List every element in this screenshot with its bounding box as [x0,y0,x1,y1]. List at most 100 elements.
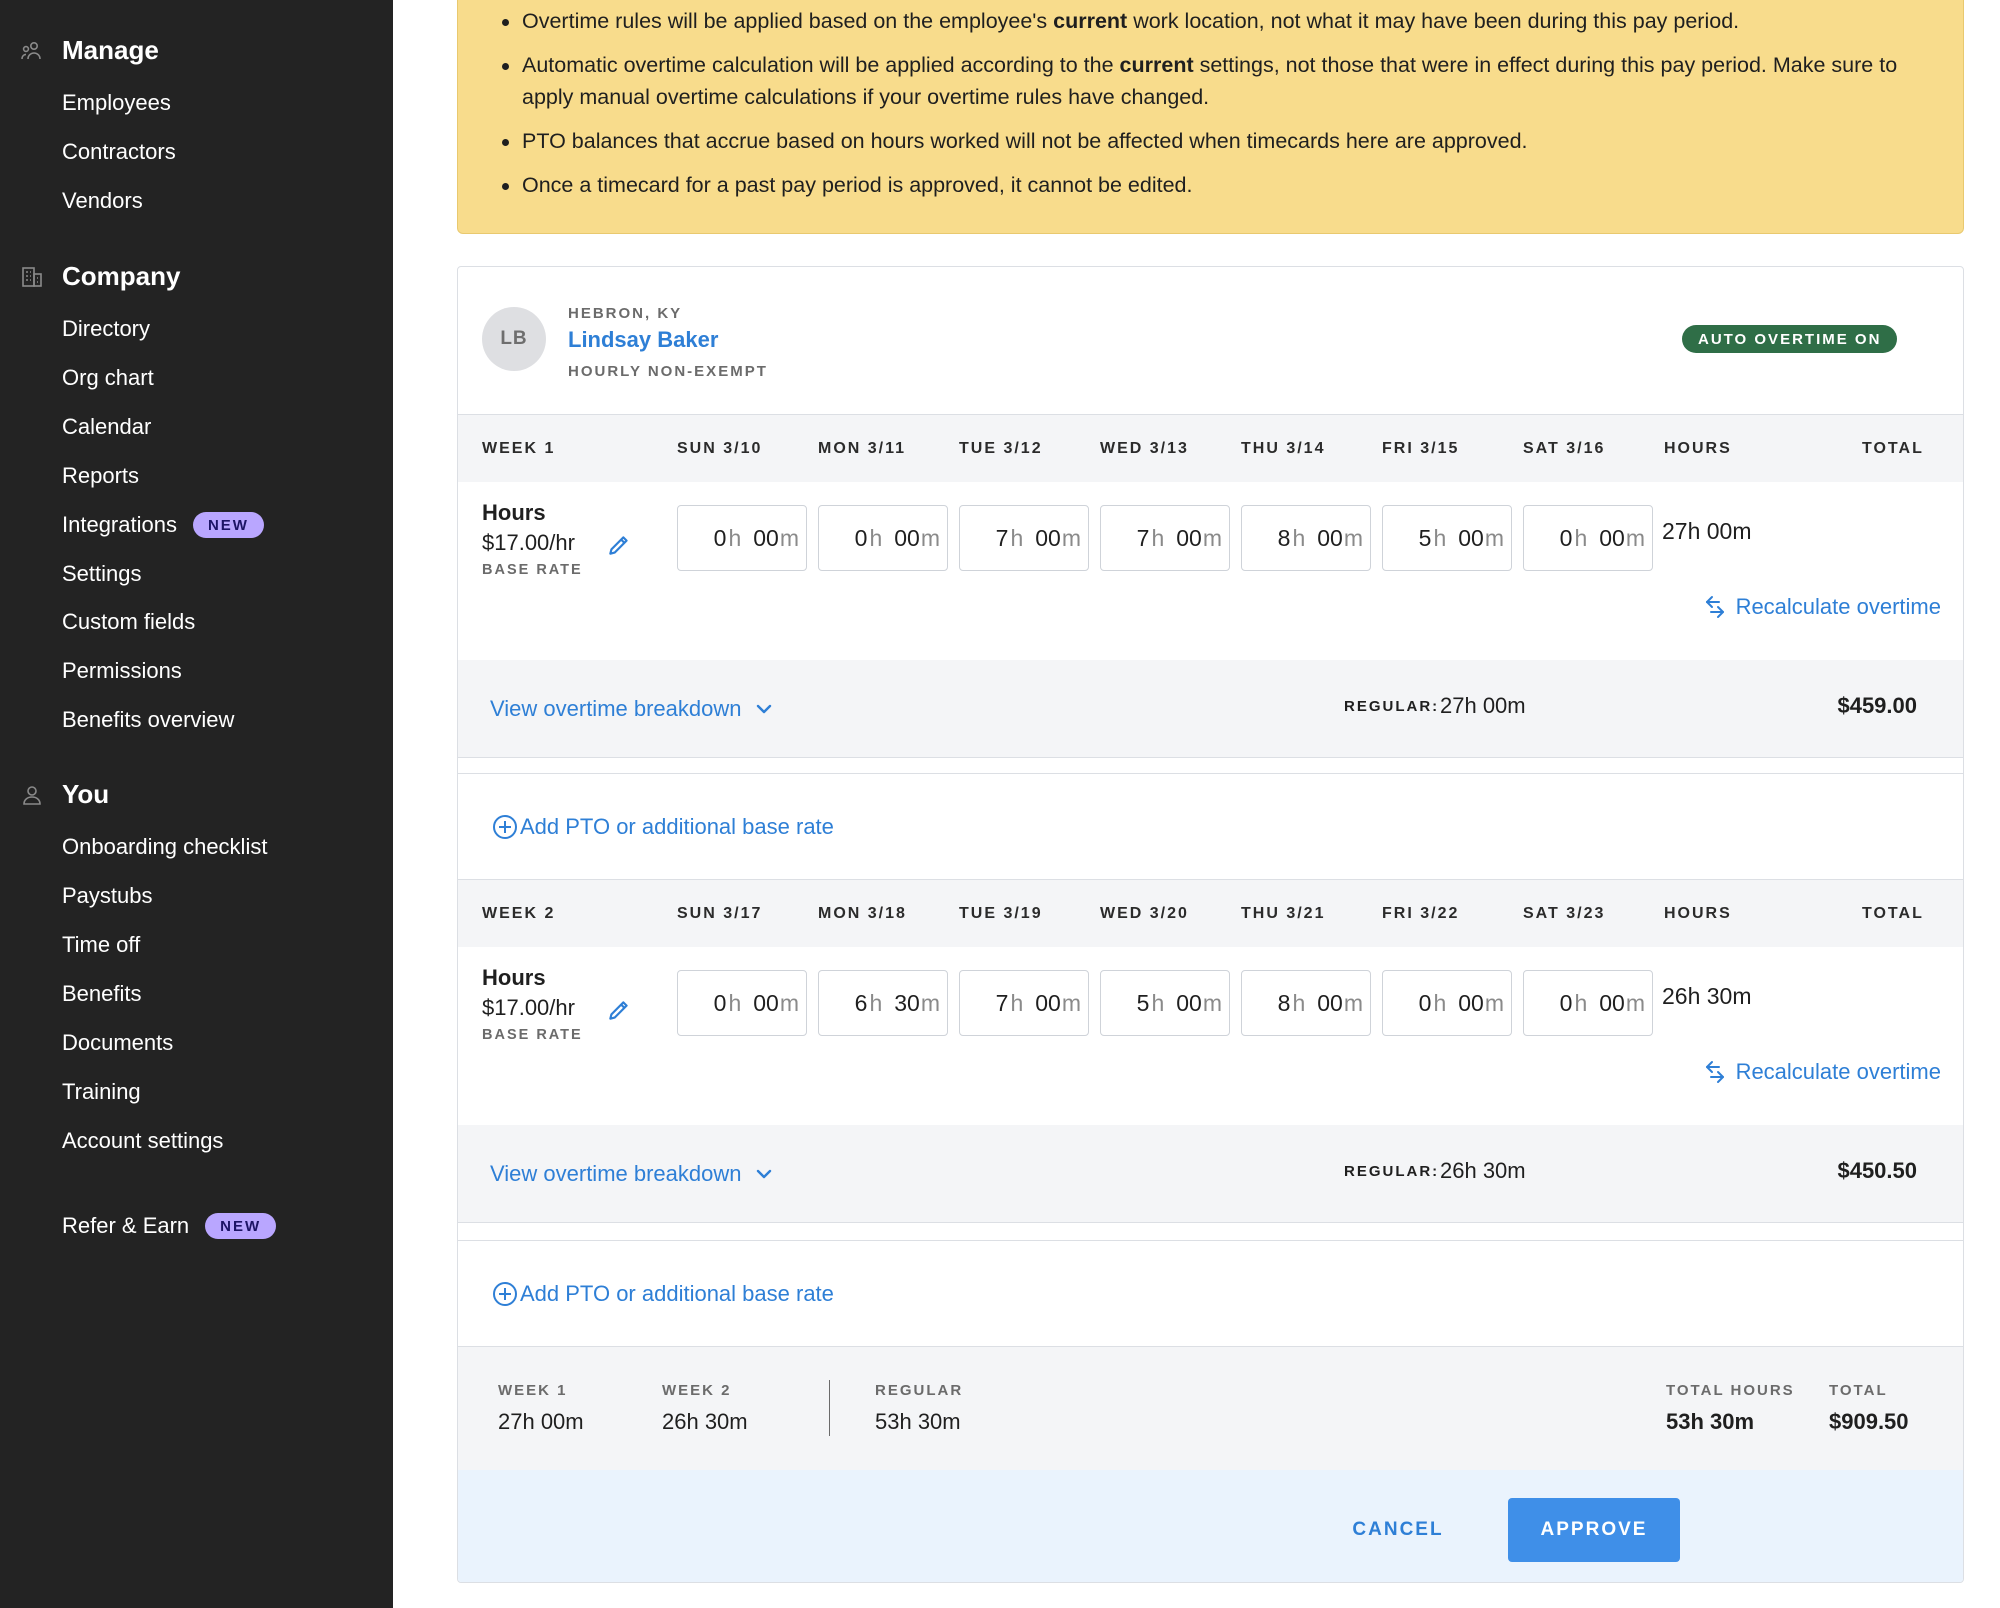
sidebar-item-settings[interactable]: Settings [62,554,142,594]
summary-week1-value: 27h 00m [498,1409,584,1434]
week-label: WEEK 1 [482,440,556,457]
sidebar-item-directory[interactable]: Directory [62,309,150,349]
summary-total-hours-value: 53h 30m [1666,1409,1755,1434]
pay-period-summary: WEEK 1 27h 00m WEEK 2 26h 30m REGULAR 53… [458,1346,1963,1470]
view-overtime-breakdown-toggle[interactable]: View overtime breakdown [490,1125,772,1223]
sidebar-item-benefits-overview[interactable]: Benefits overview [62,700,234,740]
sidebar-item-permissions[interactable]: Permissions [62,651,182,691]
notice-list: Overtime rules will be applied based on … [498,5,1948,213]
auto-overtime-badge: AUTO OVERTIME ON [1682,325,1898,353]
summary-total-value: $909.50 [1829,1409,1909,1434]
summary-regular-value: 53h 30m [875,1409,961,1434]
regular-label: REGULAR: [1344,698,1440,715]
new-badge: NEW [205,1213,277,1239]
sidebar-item-account-settings[interactable]: Account settings [62,1121,223,1161]
base-rate-label: BASE RATE [482,1027,583,1043]
chevron-down-icon [756,1169,771,1179]
sidebar-item-training[interactable]: Training [62,1072,141,1112]
warning-notice: Overtime rules will be applied based on … [457,0,1964,234]
sidebar-item-contractors[interactable]: Contractors [62,132,176,172]
regular-value: 26h 30m [1440,1158,1526,1183]
total-header: TOTAL [1862,440,1924,457]
sidebar-item-employees[interactable]: Employees [62,83,171,123]
time-input-sat[interactable]: 0 h 00 m [1523,970,1653,1036]
summary-week2-value: 26h 30m [662,1409,748,1434]
edit-pencil-icon[interactable] [606,997,632,1023]
week-header-row: WEEK 2 SUN 3/17 MON 3/18 TUE 3/19 WED 3/… [458,879,1963,947]
approve-button[interactable]: APPROVE [1508,1498,1680,1562]
add-pto-label: Add PTO or additional base rate [520,814,834,839]
recalculate-overtime-button[interactable]: Recalculate overtime [1704,594,1941,620]
sidebar: Manage Employees Contractors Vendors Com… [0,0,393,1608]
action-bar: CANCEL APPROVE [458,1470,1963,1582]
sidebar-item-documents[interactable]: Documents [62,1023,173,1063]
day-header: TUE 3/12 [959,440,1043,457]
base-rate-label: BASE RATE [482,562,583,578]
add-pto-button[interactable]: Add PTO or additional base rate [492,1241,834,1347]
hours-entry-row: Hours $17.00/hr BASE RATE 0 h 00 m 0 h 00 m 7h… [458,482,1963,660]
summary-total-hours-label: TOTAL HOURS [1666,1382,1795,1399]
sidebar-item-calendar[interactable]: Calendar [62,407,151,447]
main-content: Overtime rules will be applied based on … [393,0,2000,1608]
sidebar-item-integrations[interactable]: Integrations NEW [62,505,264,545]
day-header: FRI 3/15 [1382,440,1460,457]
cancel-button[interactable]: CANCEL [1320,1498,1476,1562]
day-header: THU 3/14 [1241,440,1326,457]
sidebar-item-paystubs[interactable]: Paystubs [62,876,153,916]
time-input-mon[interactable]: 6 h 30 m [818,970,948,1036]
time-input-thu[interactable]: 8 h 00 m [1241,970,1371,1036]
day-header: TUE 3/19 [959,905,1043,922]
add-pto-label: Add PTO or additional base rate [520,1281,834,1306]
time-input-tue[interactable]: 7 h 00 m [959,970,1089,1036]
base-rate-value: $17.00/hr [482,530,575,555]
swap-arrows-icon [1705,596,1724,618]
day-header: THU 3/21 [1241,905,1326,922]
sidebar-item-reports[interactable]: Reports [62,456,139,496]
add-pto-button[interactable]: Add PTO or additional base rate [492,774,834,880]
time-input-fri[interactable]: 0 h 00 m [1382,970,1512,1036]
day-header: SUN 3/10 [677,440,763,457]
time-input-fri[interactable]: 5 h 00 m [1382,505,1512,571]
day-header: MON 3/11 [818,440,907,457]
time-input-sun[interactable]: 0 h 00 m [677,970,807,1036]
employee-name-link[interactable]: Lindsay Baker [568,327,718,353]
breakdown-label: View overtime breakdown [490,1161,742,1186]
recalculate-label: Recalculate overtime [1735,1059,1941,1084]
sidebar-item-benefits[interactable]: Benefits [62,974,142,1014]
time-input-wed[interactable]: 5 h 00 m [1100,970,1230,1036]
edit-pencil-icon[interactable] [606,532,632,558]
regular-value: 27h 00m [1440,693,1526,718]
recalculate-overtime-button[interactable]: Recalculate overtime [1704,1059,1941,1085]
sidebar-item-label: Integrations [62,512,177,537]
summary-week2-label: WEEK 2 [662,1382,732,1399]
add-pto-row: Add PTO or additional base rate [458,1240,1963,1347]
employee-location: HEBRON, KY [568,305,683,322]
employee-type: HOURLY NON-EXEMPT [568,363,768,380]
summary-week1-label: WEEK 1 [498,1382,568,1399]
time-input-thu[interactable]: 8 h 00 m [1241,505,1371,571]
week-hours-total: 27h 00m [1662,518,1752,544]
view-overtime-breakdown-toggle[interactable]: View overtime breakdown [490,660,772,758]
notice-item: Automatic overtime calculation will be a… [498,49,1948,113]
sidebar-item-org-chart[interactable]: Org chart [62,358,154,398]
sidebar-item-vendors[interactable]: Vendors [62,181,143,221]
week-pay-total: $459.00 [1837,693,1917,718]
day-header: WED 3/20 [1100,905,1189,922]
sidebar-item-refer-earn[interactable]: Refer & Earn NEW [62,1206,277,1246]
sidebar-item-time-off[interactable]: Time off [62,925,140,965]
week-pay-total: $450.50 [1837,1158,1917,1183]
week-label: WEEK 2 [482,905,556,922]
sidebar-item-custom-fields[interactable]: Custom fields [62,602,195,642]
time-input-sat[interactable]: 0 h 00 m [1523,505,1653,571]
notice-item: PTO balances that accrue based on hours … [498,125,1948,157]
time-input-tue[interactable]: 7 h 00 m [959,505,1089,571]
time-input-wed[interactable]: 7 h 00 m [1100,505,1230,571]
time-input-sun[interactable]: 0 h 00 m [677,505,807,571]
sidebar-item-onboarding-checklist[interactable]: Onboarding checklist [62,827,267,867]
hours-entry-row: Hours $17.00/hr BASE RATE 0 h 00 m 6 h 30 m 7h… [458,947,1963,1125]
sidebar-section-title: You [62,778,110,809]
week-header-row: WEEK 1 SUN 3/10 MON 3/11 TUE 3/12 WED 3/… [458,414,1963,482]
time-input-mon[interactable]: 0 h 00 m [818,505,948,571]
row-title: Hours [482,965,546,990]
day-header: FRI 3/22 [1382,905,1460,922]
